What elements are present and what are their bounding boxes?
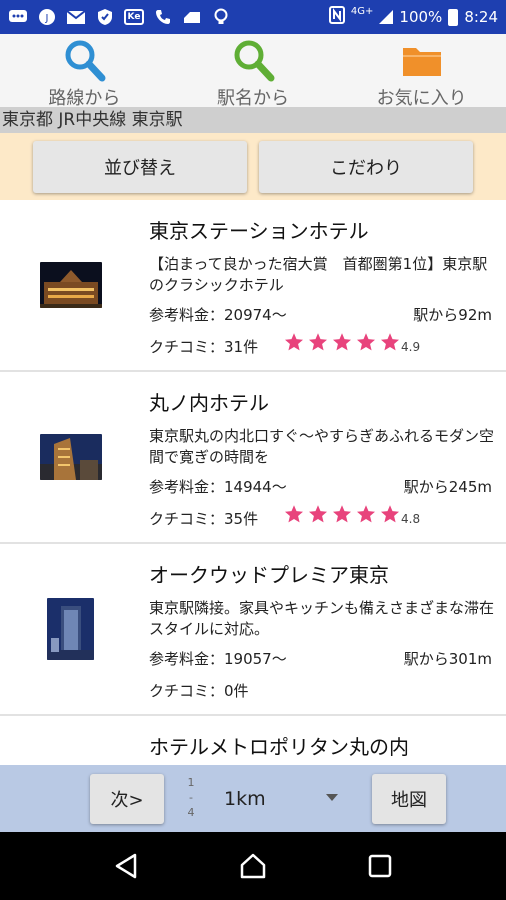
page-separator: -	[189, 791, 193, 804]
hotel-price: 参考料金：20974〜	[149, 306, 287, 324]
battery-level: 100%	[399, 8, 443, 26]
list-item[interactable]: 東京ステーションホテル 【泊まって良かった宿大賞 首都圏第1位】東京駅のクラシッ…	[0, 200, 506, 372]
hotel-distance: 駅から245m	[403, 478, 492, 496]
hotel-distance: 駅から92m	[413, 306, 492, 324]
page-total: 4	[187, 806, 195, 819]
battery-icon	[448, 8, 459, 26]
star-rating	[284, 332, 400, 352]
chat-icon	[8, 8, 28, 26]
rating-value: 4.8	[401, 512, 421, 526]
hotel-review-count: クチコミ：31件	[149, 338, 259, 356]
sort-button[interactable]: 並び替え	[33, 141, 247, 193]
svg-text:J: J	[45, 13, 49, 24]
star-icon	[285, 505, 303, 523]
search-icon	[62, 38, 106, 82]
app-j-icon: J	[37, 8, 57, 26]
nfc-icon	[328, 6, 345, 28]
hotel-name[interactable]: 丸ノ内ホテル	[149, 387, 269, 416]
home-icon[interactable]	[233, 846, 273, 886]
star-icon	[357, 333, 375, 351]
radius-select[interactable]: 1km	[210, 777, 350, 821]
phone-icon	[153, 8, 173, 26]
star-rating	[284, 504, 400, 524]
star-icon	[309, 505, 327, 523]
hotel-price: 参考料金：19057〜	[149, 650, 287, 668]
hotel-thumbnail	[47, 598, 94, 660]
hotel-distance: 駅から301m	[403, 650, 492, 668]
next-page-button[interactable]: 次>	[90, 774, 164, 824]
clock: 8:24	[464, 8, 498, 26]
hotel-description: 東京駅丸の内北口すぐ〜やすらぎあふれるモダン空間で寛ぎの時間を	[149, 427, 495, 466]
hotel-review-count: クチコミ：35件	[149, 510, 259, 528]
hotel-thumbnail	[40, 434, 102, 480]
tab-by-station[interactable]: 駅名から	[169, 34, 338, 109]
preferences-button[interactable]: こだわり	[259, 141, 473, 193]
map-button[interactable]: 地図	[372, 774, 446, 824]
search-mode-tabs: 路線から 駅名から お気に入り	[0, 34, 506, 109]
hotel-description: 東京駅隣接。家具やキッチンも備えさまざまな滞在スタイルに対応。	[149, 599, 495, 638]
breadcrumb: 東京都 JR中央線 東京駅	[0, 107, 506, 133]
hotel-name[interactable]: オークウッドプレミア東京	[149, 559, 389, 588]
status-bar: J Ke 4G+ 100% 8:24	[0, 0, 506, 34]
news-icon	[182, 8, 202, 26]
back-icon[interactable]	[106, 846, 146, 886]
folder-icon	[400, 38, 444, 82]
hotel-price: 参考料金：14944〜	[149, 478, 287, 496]
page-current: 1	[187, 776, 195, 789]
list-item[interactable]: オークウッドプレミア東京 東京駅隣接。家具やキッチンも備えさまざまな滞在スタイル…	[0, 544, 506, 716]
mail-icon	[66, 8, 86, 26]
search-icon	[231, 38, 275, 82]
shield-icon	[95, 8, 115, 26]
app-badge-icon: Ke	[124, 8, 144, 26]
star-icon	[381, 333, 399, 351]
star-icon	[357, 505, 375, 523]
app-screen: J Ke 4G+ 100% 8:24 路線から 駅名から お気に入り 東京都 J…	[0, 0, 506, 900]
result-controls: 次> 1 - 4 1km 地図	[0, 765, 506, 832]
tab-favorites[interactable]: お気に入り	[337, 34, 506, 109]
signal-icon	[379, 10, 394, 24]
star-icon	[309, 333, 327, 351]
star-icon	[381, 505, 399, 523]
lightbulb-icon	[211, 8, 231, 26]
hotel-name[interactable]: 東京ステーションホテル	[149, 215, 369, 244]
tab-by-line[interactable]: 路線から	[0, 34, 169, 109]
hotel-thumbnail	[40, 262, 102, 308]
star-icon	[333, 505, 351, 523]
dropdown-arrow-icon	[326, 794, 338, 801]
list-item[interactable]: ホテルメトロポリタン丸の内	[0, 716, 506, 765]
page-indicator: 1 - 4	[184, 775, 198, 820]
hotel-name[interactable]: ホテルメトロポリタン丸の内	[149, 731, 409, 760]
star-icon	[285, 333, 303, 351]
rating-value: 4.9	[401, 340, 421, 354]
system-navigation-bar	[0, 832, 506, 900]
hotel-description: 【泊まって良かった宿大賞 首都圏第1位】東京駅のクラシックホテル	[149, 255, 488, 294]
hotel-list[interactable]: 東京ステーションホテル 【泊まって良かった宿大賞 首都圏第1位】東京駅のクラシッ…	[0, 200, 506, 765]
hotel-review-count: クチコミ：0件	[149, 682, 249, 700]
star-icon	[333, 333, 351, 351]
network-type: 4G+	[350, 5, 374, 17]
recent-apps-icon[interactable]	[360, 846, 400, 886]
filter-bar: 並び替え こだわり	[0, 133, 506, 200]
radius-value: 1km	[224, 788, 266, 810]
list-item[interactable]: 丸ノ内ホテル 東京駅丸の内北口すぐ〜やすらぎあふれるモダン空間で寛ぎの時間を 参…	[0, 372, 506, 544]
